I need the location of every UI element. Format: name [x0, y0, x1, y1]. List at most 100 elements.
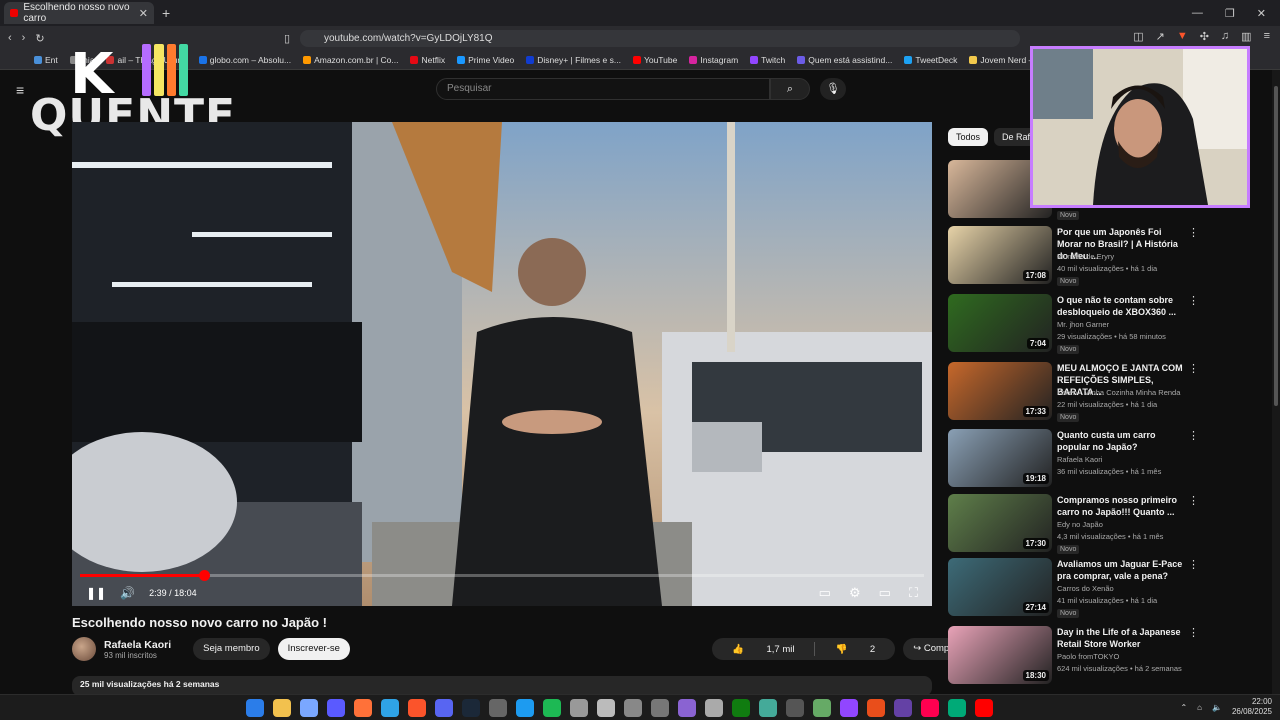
bookmark-item[interactable]: YouTube — [632, 55, 677, 65]
recommended-video[interactable]: 17:08 Por que um Japonês Foi Morar no Bra… — [948, 226, 1258, 288]
voice-search-button[interactable]: 🎙 — [820, 78, 846, 100]
chevron-up-icon[interactable]: ⌃ — [1180, 703, 1187, 712]
restore-icon[interactable]: ❐ — [1225, 7, 1235, 20]
recommended-channel[interactable]: Edy no Japão — [1057, 520, 1103, 529]
sidebar-icon[interactable]: ▥ — [1241, 30, 1251, 43]
bookmark-item[interactable]: Disney+ | Filmes e s... — [526, 55, 621, 65]
taskbar-app-icon[interactable] — [921, 699, 939, 717]
clock[interactable]: 22:00 26/08/2025 — [1232, 697, 1272, 717]
dislike-button[interactable]: 👎 2 — [815, 644, 895, 655]
recommended-video[interactable]: 17:33 MEU ALMOÇO E JANTA COM REFEIÇÕES SI… — [948, 362, 1258, 424]
taskbar-app-icon[interactable] — [651, 699, 669, 717]
taskbar-app-icon[interactable] — [570, 699, 588, 717]
recommended-channel[interactable]: Rafaela Kaori — [1057, 455, 1102, 464]
subscribe-button[interactable]: Inscrever-se — [277, 638, 350, 660]
taskbar-app-icon[interactable] — [516, 699, 534, 717]
like-button[interactable]: 👍 1,7 mil — [712, 644, 814, 655]
taskbar-app-icon[interactable] — [975, 699, 993, 717]
video-thumbnail[interactable]: 17:08 — [948, 226, 1052, 284]
search-input[interactable]: Pesquisar — [436, 78, 770, 100]
menu-icon[interactable]: ≡ — [1264, 30, 1270, 43]
forward-icon[interactable]: › — [22, 32, 26, 44]
taskbar-app-icon[interactable] — [381, 699, 399, 717]
fullscreen-icon[interactable]: ⛶ — [909, 585, 918, 601]
hamburger-menu-icon[interactable]: ≡ — [16, 82, 24, 98]
taskbar-app-icon[interactable] — [678, 699, 696, 717]
taskbar-app-icon[interactable] — [543, 699, 561, 717]
recommended-title[interactable]: Day in the Life of a Japanese Retail Sto… — [1057, 626, 1187, 650]
taskbar-app-icon[interactable] — [840, 699, 858, 717]
more-options-icon[interactable]: ⋮ — [1188, 429, 1199, 442]
more-options-icon[interactable]: ⋮ — [1188, 294, 1199, 307]
taskbar-app-icon[interactable] — [786, 699, 804, 717]
video-thumbnail[interactable]: 17:30 — [948, 494, 1052, 552]
music-icon[interactable]: ♫ — [1221, 30, 1229, 43]
recommended-video[interactable]: 18:30 Day in the Life of a Japanese Retai… — [948, 626, 1258, 688]
back-icon[interactable]: ‹ — [8, 32, 12, 44]
recommended-title[interactable]: Avaliamos um Jaguar E-Pace pra comprar, … — [1057, 558, 1187, 582]
recommended-channel[interactable]: Karen - Minha Cozinha Minha Renda — [1057, 388, 1180, 397]
description-box[interactable]: 25 mil visualizações há 2 semanas — [72, 676, 932, 696]
close-tab-icon[interactable]: ✕ — [139, 7, 148, 20]
taskbar-app-icon[interactable] — [813, 699, 831, 717]
settings-gear-icon[interactable]: ⚙ — [849, 585, 861, 601]
recommended-video[interactable]: 27:14 Avaliamos um Jaguar E-Pace pra comp… — [948, 558, 1258, 620]
taskbar-app-icon[interactable] — [273, 699, 291, 717]
browser-tab-active[interactable]: Escolhendo nosso novo carro ✕ — [4, 2, 154, 24]
taskbar-app-icon[interactable] — [435, 699, 453, 717]
taskbar-app-icon[interactable] — [894, 699, 912, 717]
taskbar-app-icon[interactable] — [246, 699, 264, 717]
puzzle-icon[interactable]: ✣ — [1200, 30, 1209, 43]
more-options-icon[interactable]: ⋮ — [1188, 226, 1199, 239]
bookmark-icon[interactable]: ▯ — [284, 32, 290, 45]
recommended-channel[interactable]: Carros do Xenão — [1057, 584, 1114, 593]
more-options-icon[interactable]: ⋮ — [1188, 494, 1199, 507]
taskbar-app-icon[interactable] — [705, 699, 723, 717]
extension-icon[interactable]: ◫ — [1133, 30, 1143, 43]
recommended-title[interactable]: Quanto custa um carro popular no Japão? — [1057, 429, 1187, 453]
share-icon[interactable]: ↗ — [1156, 30, 1165, 43]
subtitles-icon[interactable]: ▭ — [819, 585, 831, 601]
bookmark-item[interactable]: Amazon.com.br | Co... — [303, 55, 398, 65]
bookmark-item[interactable]: TweetDeck — [904, 55, 957, 65]
join-button[interactable]: Seja membro — [193, 638, 270, 660]
taskbar-app-icon[interactable] — [489, 699, 507, 717]
recommended-video[interactable]: 17:30 Compramos nosso primeiro carro no J… — [948, 494, 1258, 556]
taskbar-app-icon[interactable] — [732, 699, 750, 717]
brave-shield-icon[interactable]: ▼ — [1177, 30, 1188, 43]
taskbar-app-icon[interactable] — [354, 699, 372, 717]
theater-mode-icon[interactable]: ▭ — [879, 585, 891, 601]
more-options-icon[interactable]: ⋮ — [1188, 362, 1199, 375]
taskbar-app-icon[interactable] — [408, 699, 426, 717]
video-thumbnail[interactable]: 18:30 — [948, 626, 1052, 684]
network-icon[interactable]: ⌂ — [1197, 703, 1202, 712]
channel-avatar[interactable] — [72, 637, 96, 661]
video-thumbnail[interactable]: 19:18 — [948, 429, 1052, 487]
recommended-channel[interactable]: Paolo fromTOKYO — [1057, 652, 1119, 661]
recommended-title[interactable]: Compramos nosso primeiro carro no Japão!… — [1057, 494, 1187, 518]
taskbar-app-icon[interactable] — [624, 699, 642, 717]
channel-name[interactable]: Rafaela Kaori — [104, 639, 171, 651]
taskbar-app-icon[interactable] — [300, 699, 318, 717]
video-player[interactable]: ❚❚ 🔊 2:39 / 18:04 ▭ ⚙ ▭ ⛶ — [72, 122, 932, 606]
video-progress-bar[interactable] — [80, 570, 924, 581]
taskbar-app-icon[interactable] — [867, 699, 885, 717]
bookmark-item[interactable]: Prime Video — [457, 55, 514, 65]
recommended-channel[interactable]: Mundão de Eryry — [1057, 252, 1114, 261]
scrollbar-thumb[interactable] — [1274, 86, 1278, 406]
volume-icon[interactable]: 🔊 — [120, 586, 135, 600]
recommended-video[interactable]: 19:18 Quanto custa um carro popular no Ja… — [948, 429, 1258, 491]
more-options-icon[interactable]: ⋮ — [1188, 558, 1199, 571]
taskbar-app-icon[interactable] — [462, 699, 480, 717]
speaker-icon[interactable]: 🔈 — [1212, 703, 1222, 712]
more-options-icon[interactable]: ⋮ — [1188, 626, 1199, 639]
search-button[interactable]: ⌕ — [770, 78, 810, 100]
page-scrollbar[interactable] — [1272, 70, 1280, 694]
bookmark-item[interactable]: Quem está assistind... — [797, 55, 892, 65]
filter-chip[interactable]: Todos — [948, 128, 989, 146]
bookmark-item[interactable]: Instagram — [689, 55, 738, 65]
taskbar-app-icon[interactable] — [597, 699, 615, 717]
video-thumbnail[interactable]: 17:33 — [948, 362, 1052, 420]
new-tab-button[interactable]: + — [162, 5, 170, 21]
pause-icon[interactable]: ❚❚ — [86, 586, 106, 600]
